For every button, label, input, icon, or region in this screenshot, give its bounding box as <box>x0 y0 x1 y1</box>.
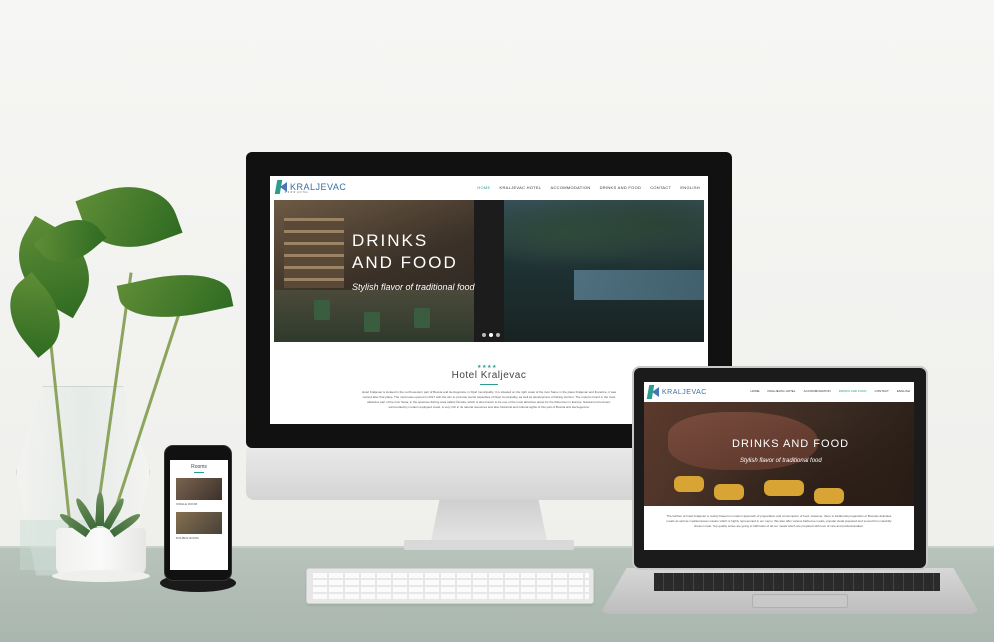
logo-subtitle: ★★★★ HOTEL <box>284 190 309 194</box>
intro-paragraph: Hotel Kraljevac is located in the north-… <box>361 390 617 409</box>
keyboard-key-rows <box>313 573 589 601</box>
river <box>574 270 704 300</box>
site-nav: KRALJEVAC HOME KRALJEVAC HOTEL ACCOMMODA… <box>644 382 914 402</box>
laptop-display: KRALJEVAC HOME KRALJEVAC HOTEL ACCOMMODA… <box>632 366 928 570</box>
pot-saucer <box>52 570 150 582</box>
laptop-keyboard <box>654 573 940 591</box>
nav-accommodation[interactable]: ACCOMMODATION <box>551 185 591 190</box>
hero-slider[interactable]: DRINKS AND FOOD Stylish flavor of tradit… <box>274 200 704 342</box>
hero-subtitle: Stylish flavor of traditional food <box>352 282 475 292</box>
nav-menu: HOME KRALJEVAC HOTEL ACCOMMODATION DRINK… <box>750 389 910 393</box>
room-photo[interactable] <box>176 512 222 534</box>
nav-language-english[interactable]: ENGLISH <box>897 389 910 393</box>
room-photo[interactable] <box>176 478 222 500</box>
hero-title-line2: AND FOOD <box>352 253 458 272</box>
logo-text: KRALJEVAC <box>662 388 707 396</box>
nav-accommodation[interactable]: ACCOMMODATION <box>804 389 831 393</box>
trees <box>504 200 704 280</box>
room-label-single[interactable]: SINGLE ROOM <box>176 502 197 506</box>
nav-menu: HOME KRALJEVAC HOTEL ACCOMMODATION DRINK… <box>477 185 700 190</box>
hero-title-line1: DRINKS <box>352 231 429 250</box>
phone-website: Rooms SINGLE ROOM DOUBLE ROOM <box>170 460 228 570</box>
nav-home[interactable]: HOME <box>750 389 759 393</box>
potato <box>814 488 844 504</box>
laptop-trackpad <box>752 594 848 608</box>
nav-kraljevac-hotel[interactable]: KRALJEVAC HOTEL <box>767 389 795 393</box>
hero-subtitle: Stylish flavor of traditional food <box>740 458 822 464</box>
product-mockup-scene: KRALJEVAC ★★★★ HOTEL HOME KRALJEVAC HOTE… <box>0 0 994 642</box>
title-divider <box>480 384 498 385</box>
succulent-leaf <box>96 492 104 526</box>
chair <box>364 312 380 332</box>
potato <box>764 480 804 496</box>
potato <box>714 484 744 500</box>
site-nav: KRALJEVAC ★★★★ HOTEL HOME KRALJEVAC HOTE… <box>270 176 708 200</box>
slider-dot[interactable] <box>496 333 500 337</box>
nav-home[interactable]: HOME <box>477 185 490 190</box>
chair <box>414 308 430 328</box>
nav-contact[interactable]: CONTACT <box>875 389 889 393</box>
nav-language-english[interactable]: ENGLISH <box>680 185 700 190</box>
chair <box>314 300 330 320</box>
laptop-website: KRALJEVAC HOME KRALJEVAC HOTEL ACCOMMODA… <box>644 382 914 550</box>
nav-kraljevac-hotel[interactable]: KRALJEVAC HOTEL <box>500 185 542 190</box>
food-paragraph: The kitchen at hotel Kraljevac is mainly… <box>666 514 892 528</box>
smartphone: Rooms SINGLE ROOM DOUBLE ROOM <box>164 445 232 581</box>
hero-title: DRINKS AND FOOD <box>732 438 850 450</box>
room-label-double[interactable]: DOUBLE ROOM <box>176 536 199 540</box>
site-logo[interactable]: KRALJEVAC <box>648 385 707 399</box>
rooms-divider <box>194 472 204 473</box>
nav-drinks-and-food[interactable]: DRINKS AND FOOD <box>600 185 642 190</box>
nav-contact[interactable]: CONTACT <box>650 185 671 190</box>
succulent-pot <box>56 528 146 576</box>
slider-dot[interactable] <box>482 333 486 337</box>
slider-dot-active[interactable] <box>489 333 493 337</box>
shelves <box>284 218 344 288</box>
imac-stand-foot <box>404 540 574 550</box>
wireless-keyboard <box>306 568 594 604</box>
food-hero: DRINKS AND FOOD Stylish flavor of tradit… <box>644 402 914 506</box>
potato <box>674 476 704 492</box>
hero-title: DRINKS AND FOOD <box>352 230 512 274</box>
rooms-title: Rooms <box>191 464 207 470</box>
nav-drinks-and-food[interactable]: DRINKS AND FOOD <box>839 389 867 393</box>
logo-k-icon <box>648 385 660 399</box>
slider-dots <box>482 333 500 337</box>
